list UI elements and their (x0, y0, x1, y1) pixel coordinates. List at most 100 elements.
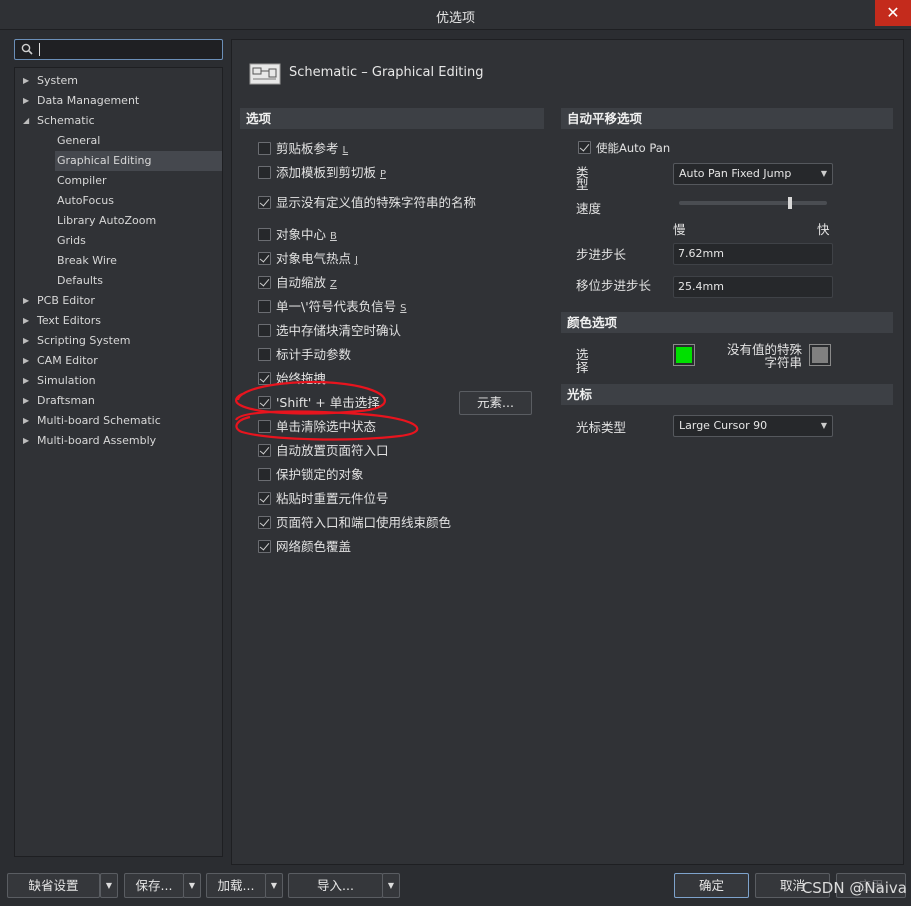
option-label-text: 始终拖拽 (276, 371, 327, 386)
checkbox-box[interactable] (258, 492, 271, 505)
option-label-text: 自动缩放 (276, 275, 327, 290)
section-header-cursor: 光标 (561, 384, 893, 405)
option-label-text: 保护锁定的对象 (276, 467, 364, 482)
settings-page: Schematic – Graphical Editing 选项 剪贴板参考 L… (231, 39, 904, 865)
checkbox-box[interactable] (258, 540, 271, 553)
option-label-text: 添加模板到剪切板 (276, 165, 377, 180)
checkbox-box[interactable] (258, 444, 271, 457)
expand-arrow-icon[interactable]: ▶ (23, 431, 29, 451)
cursor-type-label: 光标类型 (576, 420, 627, 435)
defaults-dropdown-arrow[interactable]: ▼ (100, 873, 118, 898)
checkbox-label: 自动缩放 Z (276, 274, 337, 294)
checkbox-label: 自动放置页面符入口 (276, 442, 389, 460)
option-label-text: 标计手动参数 (276, 347, 352, 362)
tree-item-label: Text Editors (37, 314, 102, 327)
checkbox-box[interactable] (578, 141, 591, 154)
step-size-input[interactable]: 7.62mm (673, 243, 833, 265)
tree-item-label: CAM Editor (37, 354, 98, 367)
expand-arrow-icon[interactable]: ▶ (23, 391, 29, 411)
elements-button[interactable]: 元素... (459, 391, 532, 415)
access-key-hint: B (330, 231, 337, 242)
expand-arrow-icon[interactable]: ▶ (23, 371, 29, 391)
color-fill (812, 347, 828, 363)
checkbox-label: 网络颜色覆盖 (276, 538, 351, 556)
checkbox-box[interactable] (258, 396, 271, 409)
checkbox-box[interactable] (258, 420, 271, 433)
checkbox-box[interactable] (258, 300, 271, 313)
search-input[interactable] (14, 39, 223, 60)
save-dropdown-arrow[interactable]: ▼ (183, 873, 201, 898)
checkbox-box[interactable] (258, 276, 271, 289)
expand-arrow-icon[interactable]: ▶ (23, 311, 29, 331)
tree-item-graphical-editing[interactable]: Graphical Editing (55, 151, 222, 171)
option-label-text: 显示没有定义值的特殊字符串的名称 (276, 195, 477, 210)
selection-color-swatch[interactable] (673, 344, 695, 366)
expand-arrow-icon[interactable]: ▶ (23, 331, 29, 351)
text-caret (39, 43, 40, 56)
tree-item-label: Multi-board Schematic (37, 414, 161, 427)
checkbox-label: 标计手动参数 (276, 346, 351, 364)
tree-item-label: PCB Editor (37, 294, 95, 307)
checkbox-box[interactable] (258, 468, 271, 481)
load-button[interactable]: 加载... (206, 873, 266, 898)
checkbox-box[interactable] (258, 252, 271, 265)
checkbox-box[interactable] (258, 228, 271, 241)
access-key-hint: J (355, 255, 358, 266)
cursor-type-dropdown[interactable]: Large Cursor 90 ▼ (673, 415, 833, 437)
speed-fast-label: 快 (817, 222, 830, 237)
checkbox-box[interactable] (258, 372, 271, 385)
color-fill (676, 347, 692, 363)
close-button[interactable]: ✕ (875, 0, 911, 26)
checkbox-box[interactable] (258, 348, 271, 361)
option-label-text: 单击清除选中状态 (276, 419, 377, 434)
expand-arrow-icon[interactable]: ▶ (23, 351, 29, 371)
import-dropdown-arrow[interactable]: ▼ (382, 873, 400, 898)
import-button[interactable]: 导入... (288, 873, 383, 898)
checkbox-label: 对象电气热点 J (276, 250, 358, 270)
tree-item-defaults[interactable]: Defaults (55, 271, 222, 291)
tree-item-library-autozoom[interactable]: Library AutoZoom (55, 211, 222, 231)
option-label-text: 剪贴板参考 (276, 141, 339, 156)
dropdown-arrow-icon: ▼ (820, 169, 827, 178)
tree-item-compiler[interactable]: Compiler (55, 171, 222, 191)
tree-item-label: Data Management (37, 94, 140, 107)
checkbox-box[interactable] (258, 324, 271, 337)
ok-button[interactable]: 确定 (674, 873, 749, 898)
checkbox-box[interactable] (258, 142, 271, 155)
tree-item-autofocus[interactable]: AutoFocus (55, 191, 222, 211)
tree-item-label: Multi-board Assembly (37, 434, 157, 447)
speed-slider[interactable] (679, 201, 827, 205)
expand-arrow-icon[interactable]: ▶ (23, 91, 29, 111)
expand-arrow-icon[interactable]: ▶ (23, 71, 29, 91)
expand-arrow-icon[interactable]: ▶ (23, 291, 29, 311)
tree-item-break-wire[interactable]: Break Wire (55, 251, 222, 271)
option-label-text: 粘贴时重置元件位号 (276, 491, 389, 506)
selection-color-label: 选 择 (576, 347, 589, 375)
settings-tree: ▶ System ▶ Data Management ◢ Schematic G… (14, 67, 223, 857)
option-label-text: 对象中心 (276, 227, 327, 242)
checkbox-label: 使能Auto Pan (596, 141, 671, 155)
watermark-text: CSDN @Naiva (801, 879, 907, 897)
expand-arrow-icon[interactable]: ▶ (23, 411, 29, 431)
tree-item-grids[interactable]: Grids (55, 231, 222, 251)
tree-item-general[interactable]: General (55, 131, 222, 151)
autopan-type-dropdown[interactable]: Auto Pan Fixed Jump ▼ (673, 163, 833, 185)
no-value-string-color-swatch[interactable] (809, 344, 831, 366)
collapse-arrow-icon[interactable]: ◢ (23, 111, 29, 131)
defaults-button[interactable]: 缺省设置 (7, 873, 100, 898)
checkbox-box[interactable] (258, 196, 271, 209)
access-key-hint: P (380, 169, 387, 180)
checkbox-box[interactable] (258, 516, 271, 529)
speed-slider-thumb[interactable] (788, 197, 792, 209)
checkbox-label: 选中存储块清空时确认 (276, 322, 401, 340)
load-dropdown-arrow[interactable]: ▼ (265, 873, 283, 898)
option-label-text: 自动放置页面符入口 (276, 443, 389, 458)
option-label-text: 网络颜色覆盖 (276, 539, 352, 554)
shift-step-size-label: 移位步进步长 (576, 278, 652, 293)
title-bar: 优选项 ✕ (0, 0, 911, 30)
shift-step-size-input[interactable]: 25.4mm (673, 276, 833, 298)
section-header-options: 选项 (240, 108, 544, 129)
checkbox-box[interactable] (258, 166, 271, 179)
speed-slow-label: 慢 (673, 222, 686, 237)
save-button[interactable]: 保存... (124, 873, 184, 898)
